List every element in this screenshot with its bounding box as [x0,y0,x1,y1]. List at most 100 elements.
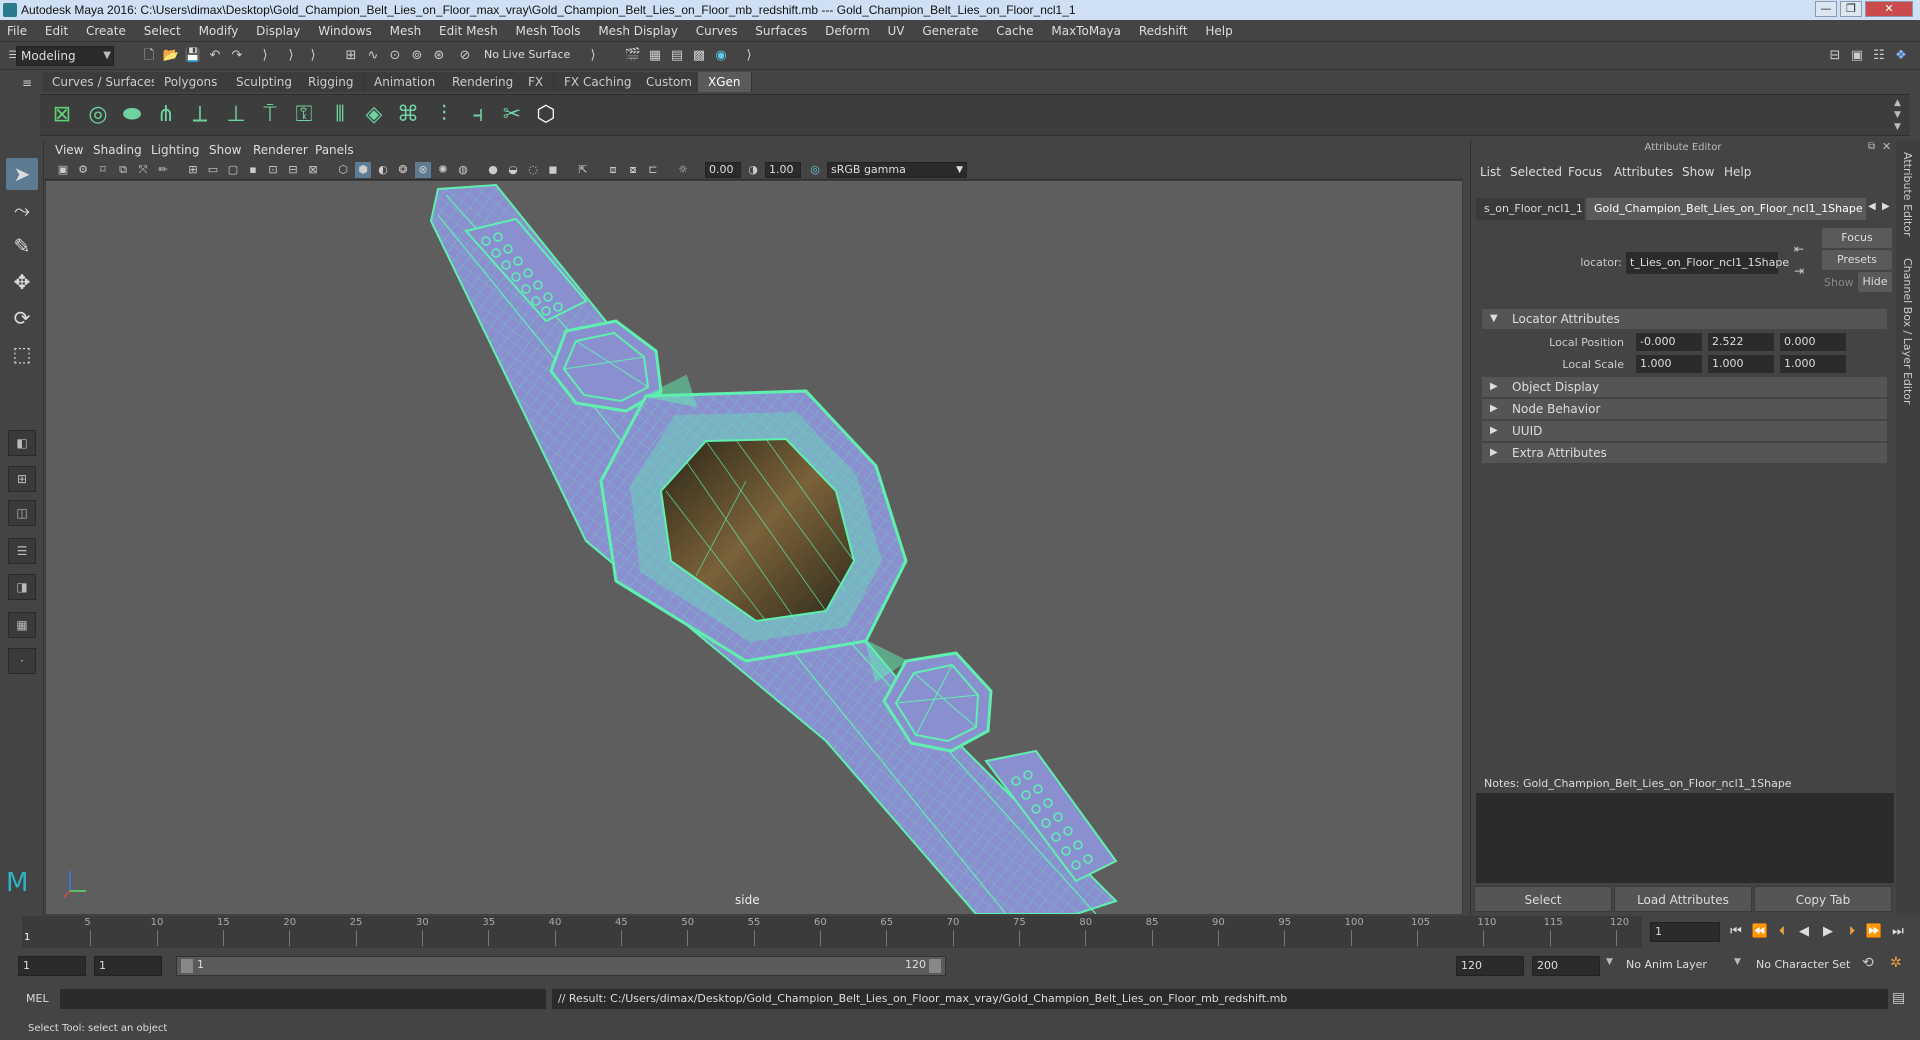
default-material-icon[interactable]: ◐ [375,162,391,178]
camera-select-icon[interactable]: ▣ [55,162,71,178]
xgen-groom-icon[interactable]: ⌘ [392,99,424,131]
xgen-brush-icon[interactable]: ⫴ [324,99,356,131]
step-forward-icon[interactable]: ⏩ [1864,922,1884,942]
wireframe-icon[interactable]: ⬡ [335,162,351,178]
select-tool-icon[interactable]: ➤ [6,158,38,190]
xgen-editor-icon[interactable]: ⊠ [46,99,78,131]
film-gate-icon[interactable]: ▭ [205,162,221,178]
chevron-down-icon[interactable]: ▼ [1734,957,1741,967]
end-time-field[interactable]: 200 [1532,956,1600,976]
xgen-preview-icon[interactable]: ◎ [82,99,114,131]
ambient-occlusion-icon[interactable]: ◒ [505,162,521,178]
workspace-layout-icon[interactable]: ⊟ [1826,47,1844,65]
outliner-layout-icon[interactable]: ☰ [8,538,36,564]
step-back-key-icon[interactable]: ⏴ [1772,922,1792,942]
live-surface-icon[interactable]: ⊘ [456,47,474,65]
separator-arrow-icon[interactable]: ⟩ [282,47,300,65]
viewport-menu-shading[interactable]: Shading [93,140,142,160]
section-object-display[interactable]: ▶ Object Display [1482,377,1887,397]
close-panel-icon[interactable]: ✕ [1882,140,1891,153]
auto-key-icon[interactable]: ⟲ [1862,955,1874,971]
menu-mesh-tools[interactable]: Mesh Tools [509,20,588,42]
safe-action-icon[interactable]: ⊟ [285,162,301,178]
menu-modify[interactable]: Modify [192,20,246,42]
scale-tool-icon[interactable]: ⬚ [6,338,38,370]
2d-pan-zoom-icon[interactable]: ⤧ [135,162,151,178]
ae-menu-selected[interactable]: Selected [1510,165,1562,179]
separator-arrow-icon[interactable]: ⟩ [740,47,758,65]
tab-rigging[interactable]: Rigging [298,72,365,92]
playback-start-field[interactable]: 1 [94,956,162,976]
xray-joints-icon[interactable]: ⧈ [605,162,621,178]
four-view-layout-icon[interactable]: ⊞ [8,466,36,492]
menu-mesh-display[interactable]: Mesh Display [591,20,685,42]
command-language-label[interactable]: MEL [26,992,49,1005]
local-scale-y-field[interactable]: 1.000 [1708,355,1774,373]
xgen-layer-icon[interactable]: ◈ [358,99,390,131]
field-chart-icon[interactable]: ⊡ [265,162,281,178]
xgen-add-guide-icon[interactable]: ⊥ [220,99,252,131]
separator-arrow-icon[interactable]: ⟩ [256,47,274,65]
preferences-icon[interactable]: ✲ [1890,955,1902,971]
save-scene-icon[interactable]: 💾 [184,47,202,65]
channel-box-toggle-icon[interactable]: ☷ [1870,47,1888,65]
hypershade-icon[interactable]: ◉ [712,47,730,65]
float-panel-icon[interactable]: ⧉ [1868,141,1875,152]
ae-menu-attributes[interactable]: Attributes [1614,165,1673,179]
snap-point-icon[interactable]: ⊙ [386,47,404,65]
menu-help[interactable]: Help [1198,20,1239,42]
tab-fx-caching[interactable]: FX Caching [554,72,643,92]
tab-scroll-right-icon[interactable]: ▶ [1882,201,1890,212]
xgen-grass-icon[interactable]: ⫶ [428,99,460,131]
frame-selection-icon[interactable]: ⊏ [645,162,661,178]
single-view-layout-icon[interactable]: ◧ [8,430,36,456]
isolate-select-icon[interactable]: ⇱ [575,162,591,178]
menu-maxtomaya[interactable]: MaxToMaya [1044,20,1128,42]
snap-curve-icon[interactable]: ∿ [364,47,382,65]
minimize-button[interactable]: — [1815,1,1837,17]
grease-pencil-icon[interactable]: ✏ [155,162,171,178]
xgen-place-guide-icon[interactable]: ⟂ [184,99,216,131]
snap-surface-icon[interactable]: ⊛ [430,47,448,65]
local-position-y-field[interactable]: 2.522 [1708,333,1774,351]
tab-xgen[interactable]: XGen [698,72,752,92]
viewport-menu-renderer[interactable]: Renderer [253,140,308,160]
gamma-input[interactable]: 1.00 [765,162,801,178]
go-to-end-icon[interactable]: ⏭ [1888,922,1908,942]
tab-fx[interactable]: FX [518,72,555,92]
more-layouts-icon[interactable]: · [8,648,36,674]
menu-create[interactable]: Create [79,20,133,42]
anti-aliasing-icon[interactable]: ◼ [545,162,561,178]
character-set-dropdown[interactable]: No Character Set [1756,958,1850,971]
focus-button[interactable]: Focus [1822,228,1892,248]
tab-scroll-left-icon[interactable]: ◀ [1868,201,1876,212]
range-end-handle[interactable] [929,959,941,973]
range-slider[interactable]: 1 120 [176,956,946,976]
color-management-icon[interactable]: ◎ [807,162,823,178]
smooth-shade-icon[interactable]: ⬢ [355,162,371,178]
xray-icon[interactable]: ⊗ [415,162,431,178]
modeling-toolkit-icon[interactable]: ▣ [1848,47,1866,65]
notes-textarea[interactable] [1476,775,1894,883]
step-forward-key-icon[interactable]: ⏵ [1842,922,1862,942]
colorspace-dropdown[interactable]: sRGB gamma ▼ [827,162,967,178]
presets-button[interactable]: Presets [1822,250,1892,270]
go-to-output-icon[interactable]: ⇥ [1794,264,1804,278]
menu-set-dropdown[interactable]: Modeling ▼ [16,46,114,66]
paint-select-tool-icon[interactable]: ✎ [6,230,38,262]
live-surface-label[interactable]: No Live Surface [484,48,570,61]
local-position-x-field[interactable]: -0.000 [1636,333,1702,351]
shadows-icon[interactable]: ● [485,162,501,178]
tab-custom[interactable]: Custom [636,72,703,92]
menu-windows[interactable]: Windows [311,20,379,42]
play-forward-icon[interactable]: ▶ [1818,922,1838,942]
play-backward-icon[interactable]: ◀ [1794,922,1814,942]
render-settings-icon[interactable]: ▩ [690,47,708,65]
range-start-handle[interactable] [181,959,193,973]
hypershade-layout-icon[interactable]: ▦ [8,612,36,638]
local-scale-z-field[interactable]: 1.000 [1780,355,1846,373]
menu-deform[interactable]: Deform [818,20,877,42]
xgen-collection-icon[interactable]: ⬬ [116,99,148,131]
viewport-3d[interactable] [46,181,1462,914]
playback-end-field[interactable]: 120 [1456,956,1524,976]
